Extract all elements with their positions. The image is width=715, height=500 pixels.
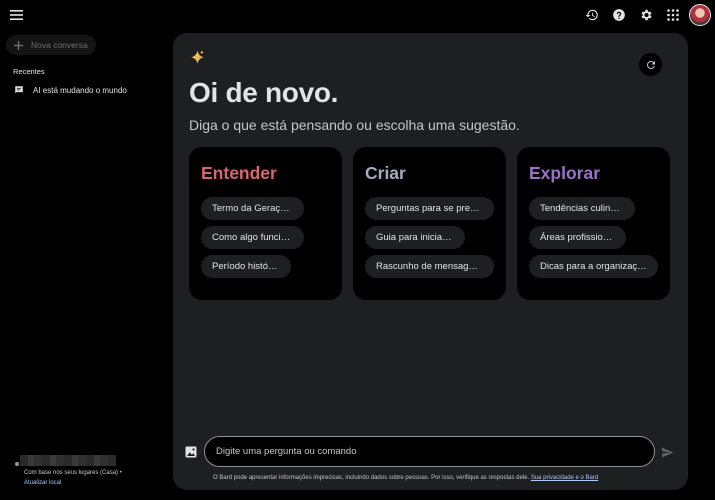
recent-chat-item[interactable]: AI está mudando o mundo (8, 82, 158, 98)
disclaimer: O Bard pode apresentar informações impre… (213, 475, 598, 481)
chat-bubble-icon (15, 86, 23, 94)
card-title: Explorar (529, 163, 600, 183)
sidebar: Nova conversa Recentes AI está mudando o… (0, 30, 170, 500)
main-panel: Oi de novo. Diga o que está pensando ou … (173, 33, 688, 490)
hamburger-menu-icon (9, 10, 23, 20)
card-explorar: Explorar Tendências culinárias Áreas pro… (517, 147, 670, 300)
card-entender: Entender Termo da Geração Z Como algo fu… (189, 147, 342, 300)
disclaimer-text: O Bard pode apresentar informações impre… (213, 475, 530, 481)
top-bar (0, 0, 715, 30)
prompt-input[interactable] (204, 436, 655, 467)
add-photo-icon (185, 446, 197, 458)
suggestion-chip[interactable]: Como algo funciona (201, 226, 304, 249)
suggestion-chip[interactable]: Tendências culinárias (529, 197, 635, 220)
greeting-subtitle: Diga o que está pensando ou escolha uma … (189, 117, 520, 133)
suggestion-chip[interactable]: Termo da Geração Z (201, 197, 304, 220)
recent-chat-label: AI está mudando o mundo (33, 85, 127, 95)
send-icon (661, 447, 673, 457)
update-location-link[interactable]: Atualizar local (24, 480, 61, 486)
help-icon (613, 9, 625, 21)
card-title: Entender (201, 163, 277, 183)
main-menu-button[interactable] (6, 5, 26, 25)
suggestion-chip[interactable]: Áreas profissionais (529, 226, 626, 249)
suggestion-chip[interactable]: Rascunho de mensagem de e-mail (365, 255, 494, 278)
recent-heading: Recentes (13, 67, 45, 76)
apps-grid-icon (667, 9, 679, 21)
card-criar: Criar Perguntas para se preparar para um… (353, 147, 506, 300)
greeting-title: Oi de novo. (189, 77, 339, 108)
help-button[interactable] (609, 5, 629, 25)
suggestion-chip[interactable]: Período histórico (201, 255, 291, 278)
gear-icon (641, 9, 652, 21)
plus-icon (14, 40, 23, 50)
blurred-location (20, 455, 116, 466)
history-icon (585, 9, 598, 21)
suggestion-chip[interactable]: Perguntas para se preparar para uma entr… (365, 197, 494, 220)
new-chat-button[interactable]: Nova conversa (6, 35, 96, 55)
activity-history-button[interactable] (582, 5, 602, 25)
location-source-text: Com base nos seus lugares (Casa) • (24, 470, 122, 476)
send-button[interactable] (660, 445, 674, 459)
sparkle-icon (191, 50, 204, 64)
upload-image-button[interactable] (185, 446, 197, 458)
refresh-icon (646, 60, 655, 69)
card-title: Criar (365, 163, 406, 183)
new-chat-label: Nova conversa (31, 40, 88, 50)
google-apps-button[interactable] (663, 5, 683, 25)
location-dot-icon (15, 462, 19, 466)
suggestion-chip[interactable]: Guia para iniciantes (365, 226, 465, 249)
refresh-suggestions-button[interactable] (639, 53, 662, 76)
privacy-link[interactable]: Sua privacidade e o Bard (531, 475, 598, 481)
suggestion-chip[interactable]: Dicas para a organização da casa (529, 255, 658, 278)
settings-button[interactable] (636, 5, 656, 25)
account-avatar[interactable] (689, 4, 711, 26)
